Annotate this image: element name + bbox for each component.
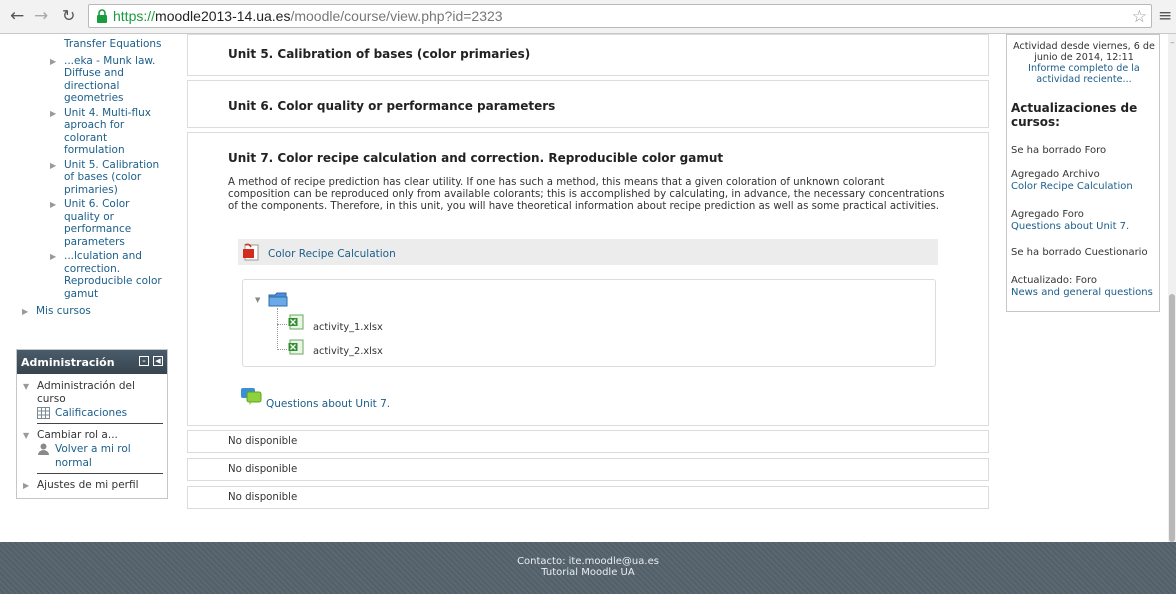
update-item: Agregado Archivo Color Recipe Calculation — [1011, 169, 1159, 193]
expand-triangle-icon: ▶ — [50, 252, 57, 261]
administration-block: Administración – ◀ ▼ Administración del c… — [16, 349, 168, 499]
update-item: Agregado Foro Questions about Unit 7. — [1011, 209, 1159, 233]
collapse-triangle-icon: ▼ — [23, 431, 30, 440]
nav-item-unit7[interactable]: ▶ ...lculation and correction. Reproducib… — [16, 250, 168, 300]
admin-block-header: Administración – ◀ — [17, 350, 167, 374]
recent-activity-block: Actividad desde viernes, 6 de junio de 2… — [1006, 34, 1160, 312]
folder-icon[interactable] — [268, 292, 288, 307]
footer-text: Contacto: ite.moodle@ua.es Tutorial Mood… — [0, 556, 1176, 578]
file-link[interactable]: activity_2.xlsx — [313, 346, 383, 357]
update-item: Se ha borrado Cuestionario — [1011, 247, 1148, 258]
nav-item-unit3[interactable]: ▶ ...eka - Munk law. Diffuse and directio… — [16, 55, 168, 105]
updates-heading: Actualizaciones de cursos: — [1011, 101, 1138, 129]
update-link[interactable]: Questions about Unit 7. — [1011, 221, 1159, 233]
admin-block-title: Administración — [21, 356, 115, 369]
scrollbar-thumb[interactable] — [1169, 294, 1175, 542]
update-item: Actualizado: Foro News and general questi… — [1011, 275, 1159, 299]
admin-course-administration[interactable]: ▼ Administración del curso — [21, 380, 163, 406]
nav-item-mis-cursos[interactable]: ▶ Mis cursos — [16, 305, 168, 318]
file-link[interactable]: activity_1.xlsx — [313, 322, 383, 333]
divider — [37, 473, 163, 474]
expand-triangle-icon: ▶ — [50, 160, 57, 170]
section-title: Unit 5. Calibration of bases (color prim… — [228, 47, 531, 61]
full-report-link[interactable]: Informe completo de la actividad recient… — [1013, 63, 1155, 85]
admin-profile-settings[interactable]: ▶ Ajustes de mi perfil — [21, 479, 163, 492]
pdf-icon — [243, 243, 259, 261]
user-icon — [38, 443, 49, 455]
admin-grades-link[interactable]: Calificaciones — [21, 406, 163, 420]
nav-item-transfer-equations[interactable]: Transfer Equations — [16, 38, 168, 51]
folder-tree: ▼ activity_1.xlsx activity_2.xlsx — [242, 279, 936, 367]
activity-since-text: Actividad desde viernes, 6 de junio de 2… — [1013, 41, 1155, 85]
resource-link[interactable]: Color Recipe Calculation — [268, 248, 396, 260]
collapse-triangle-icon: ▼ — [23, 382, 30, 391]
section-title: Unit 7. Color recipe calculation and cor… — [228, 151, 724, 165]
section-summary: A method of recipe prediction has clear … — [228, 177, 945, 212]
page-scrollbar[interactable] — [1168, 34, 1176, 542]
expand-triangle-icon: ▶ — [50, 108, 57, 118]
footer-tutorial[interactable]: Tutorial Moodle UA — [0, 567, 1176, 578]
section-not-available: No disponible — [187, 458, 989, 481]
admin-switch-role[interactable]: ▼ Cambiar rol a... — [21, 429, 163, 442]
divider — [37, 423, 163, 424]
nav-item-unit5[interactable]: ▶ Unit 5. Calibration of bases (color pri… — [16, 159, 168, 197]
browser-toolbar: ← → ↻ https://moodle2013-14.ua.es/moodle… — [0, 0, 1176, 34]
forum-icon — [241, 388, 262, 405]
admin-return-normal-role-link[interactable]: Volver a mi rol normal — [21, 442, 163, 470]
address-bar[interactable]: https://moodle2013-14.ua.es/moodle/cours… — [88, 4, 1152, 28]
update-link[interactable]: Color Recipe Calculation — [1011, 181, 1159, 193]
update-link[interactable]: News and general questions — [1011, 287, 1159, 299]
forum-link[interactable]: Questions about Unit 7. — [266, 398, 390, 410]
navigation-block: Transfer Equations ▶ ...eka - Munk law. D… — [16, 34, 168, 320]
browser-menu-icon[interactable]: ≡ — [1158, 6, 1172, 26]
course-nav-tree: Transfer Equations ▶ ...eka - Munk law. D… — [16, 38, 168, 318]
section-not-available: No disponible — [187, 430, 989, 453]
footer-contact[interactable]: Contacto: ite.moodle@ua.es — [0, 556, 1176, 567]
tree-connector — [277, 349, 287, 350]
forward-arrow-icon[interactable]: → — [34, 6, 48, 26]
section-title: Unit 6. Color quality or performance par… — [228, 99, 556, 113]
tree-connector — [277, 308, 278, 350]
reload-icon[interactable]: ↻ — [62, 6, 75, 26]
hide-block-icon[interactable]: – — [139, 356, 149, 366]
expand-triangle-icon: ▶ — [23, 481, 30, 490]
grades-table-icon — [37, 407, 50, 419]
bookmark-star-icon[interactable]: ☆ — [1132, 7, 1147, 27]
nav-item-unit4[interactable]: ▶ Unit 4. Multi-flux aproach for colorant… — [16, 107, 168, 157]
resource-pdf-row[interactable]: Color Recipe Calculation — [238, 239, 938, 265]
url-text: https://moodle2013-14.ua.es/moodle/cours… — [113, 8, 503, 24]
page-footer: Contacto: ite.moodle@ua.es Tutorial Mood… — [0, 542, 1176, 594]
section-unit5: Unit 5. Calibration of bases (color prim… — [187, 34, 989, 76]
tree-connector — [277, 324, 287, 325]
admin-tree: ▼ Administración del curso Calificaciones… — [17, 374, 167, 498]
scroll-edge-mark: – — [1170, 38, 1175, 48]
collapse-triangle-icon[interactable]: ▼ — [255, 296, 260, 304]
back-arrow-icon[interactable]: ← — [10, 6, 24, 26]
spreadsheet-icon — [288, 339, 304, 355]
update-item: Se ha borrado Foro — [1011, 145, 1107, 156]
lock-icon — [97, 9, 107, 23]
expand-triangle-icon: ▶ — [22, 307, 29, 316]
spreadsheet-icon — [288, 314, 304, 330]
nav-item-unit6[interactable]: ▶ Unit 6. Color quality or performance pa… — [16, 198, 168, 248]
section-unit7: Unit 7. Color recipe calculation and cor… — [187, 132, 989, 426]
section-not-available: No disponible — [187, 486, 989, 509]
expand-triangle-icon: ▶ — [50, 56, 57, 66]
dock-block-icon[interactable]: ◀ — [153, 356, 163, 366]
expand-triangle-icon: ▶ — [50, 200, 57, 209]
section-unit6: Unit 6. Color quality or performance par… — [187, 80, 989, 128]
